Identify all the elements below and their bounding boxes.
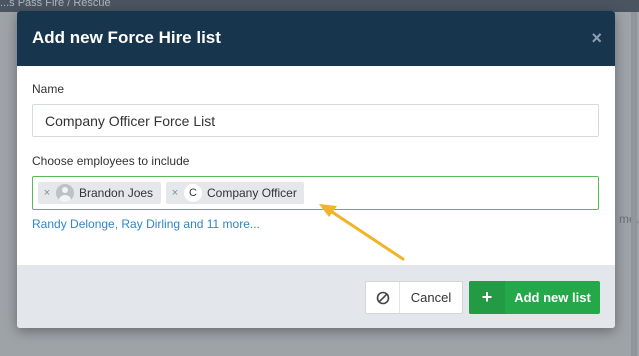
employees-label: Choose employees to include <box>32 154 190 168</box>
tag-label: Brandon Joes <box>79 186 154 200</box>
backdrop-scrollbar[interactable] <box>631 12 637 356</box>
tag-remove-icon[interactable]: × <box>168 187 182 199</box>
plus-icon: + <box>469 281 505 314</box>
initial-avatar-icon: C <box>184 184 202 202</box>
cancel-button-label: Cancel <box>410 290 452 305</box>
modal-title: Add new Force Hire list <box>32 28 221 47</box>
tag-label: Company Officer <box>207 186 297 200</box>
name-input[interactable] <box>32 104 599 137</box>
cancel-button[interactable]: Cancel <box>365 281 463 314</box>
add-new-list-button[interactable]: + Add new list <box>469 281 600 314</box>
employee-tag: × C Company Officer <box>166 182 304 204</box>
more-employees-link[interactable]: Randy Delonge, Ray Dirling and 11 more..… <box>32 217 260 231</box>
add-new-list-label: Add new list <box>514 290 591 305</box>
user-avatar-icon <box>56 184 74 202</box>
tag-remove-icon[interactable]: × <box>40 187 54 199</box>
backdrop-header-text: ...s Pass Fire / Rescue <box>0 0 111 9</box>
employees-tag-input[interactable]: × Brandon Joes × C Company Officer <box>32 176 599 210</box>
modal-footer: Cancel + Add new list <box>17 265 615 328</box>
modal-body: Name Choose employees to include × Brand… <box>17 66 615 265</box>
add-force-hire-modal: Add new Force Hire list × Name Choose em… <box>17 11 615 328</box>
employee-tag: × Brandon Joes <box>38 182 161 204</box>
close-icon[interactable]: × <box>591 28 602 48</box>
name-label: Name <box>32 82 65 96</box>
modal-header: Add new Force Hire list × <box>17 11 615 66</box>
ban-icon <box>366 282 400 313</box>
